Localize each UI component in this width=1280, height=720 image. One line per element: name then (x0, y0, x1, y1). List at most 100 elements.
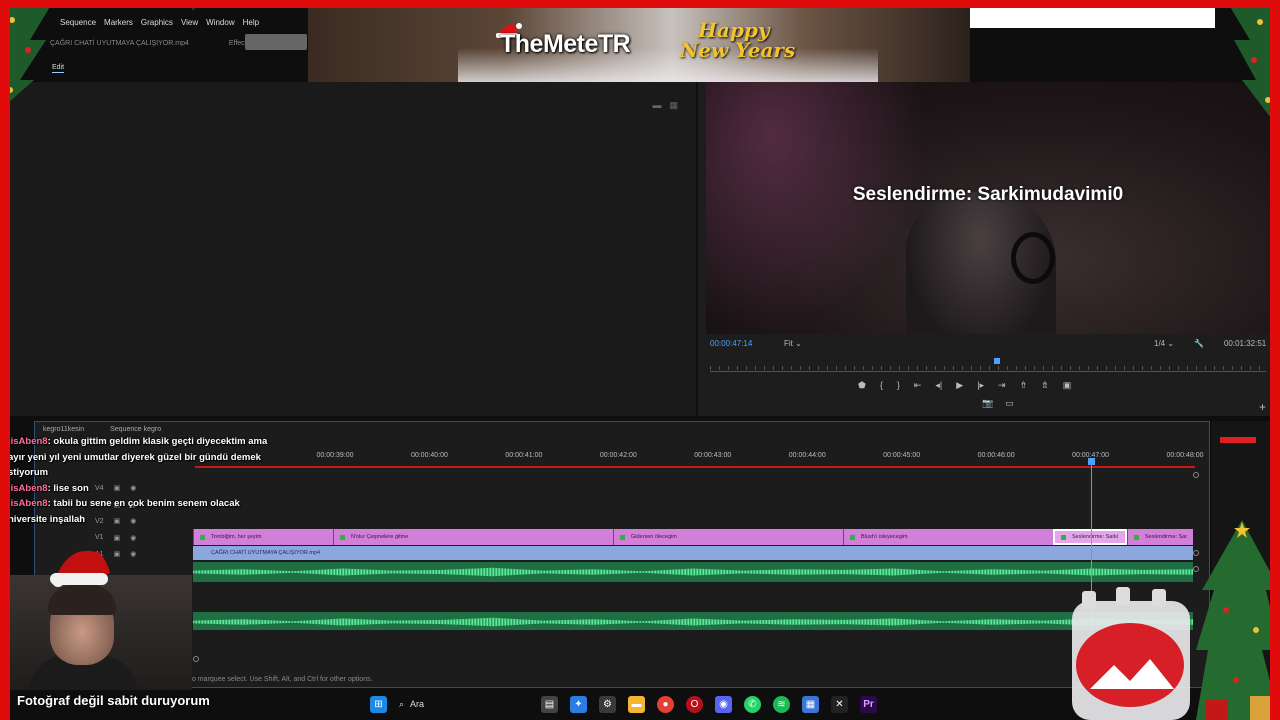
video-light (706, 82, 926, 334)
webcam-caption: Fotoğraf değil sabit duruyorum (0, 690, 240, 712)
source-panel-icons: ▬ ▦ (652, 100, 678, 111)
ruler-tick-label: 00:00:46:00 (977, 452, 1015, 459)
go-to-in-icon[interactable]: ⇤ (914, 380, 922, 391)
extract-icon[interactable]: ⇯ (1041, 380, 1049, 391)
render-bar (195, 466, 1195, 468)
workspace-thumbnail (245, 34, 307, 50)
ruler-tick-label: 00:00:45:00 (883, 452, 921, 459)
store-icon[interactable]: ▦ (802, 695, 819, 713)
chat-line: iisAben8: lise son (8, 481, 308, 497)
scroll-handle[interactable] (193, 656, 199, 662)
copilot-icon[interactable]: ✦ (570, 695, 587, 713)
step-forward-icon[interactable]: |▸ (977, 380, 984, 391)
discord-icon[interactable]: ◉ (715, 695, 732, 713)
graphic-clip[interactable]: Blush'ı isleyecegim (843, 529, 1053, 545)
menu-view[interactable]: View (181, 18, 198, 27)
vr-toggle-icon[interactable]: ▭ (1005, 398, 1014, 409)
graphic-clip[interactable]: Seslendirme: Sarki (1053, 529, 1127, 545)
graphics-track-v2[interactable]: Tombiğim, her şeyim N'olur Çeşmelere gitm… (193, 529, 1193, 545)
program-duration: 00:01:32:51 (1223, 338, 1267, 348)
source-monitor: ▬ ▦ (10, 82, 696, 416)
eye-icon[interactable]: ◉ (130, 550, 136, 558)
banner-greeting: Happy New Years (680, 20, 795, 60)
menu-bar: Sequence Markers Graphics View Window He… (10, 14, 310, 30)
taskbar-search[interactable]: ⌕ Ara (399, 699, 529, 710)
graphic-clip-label: Tombiğim, her şeyim (211, 534, 262, 540)
time-ruler[interactable]: 00:00:39:00 00:00:40:00 00:00:41:00 00:00:4… (195, 448, 1204, 468)
wrench-icon[interactable]: 🔧 (1194, 339, 1204, 348)
chat-username: iisAben8 (8, 498, 48, 509)
graphic-clip[interactable]: N'olur Çeşmelere gitme (333, 529, 613, 545)
zoom-fit-select[interactable]: Fit ⌄ (784, 339, 824, 348)
sequence-tab-2[interactable]: Sequence kegro (110, 426, 161, 433)
webcam-hair (48, 585, 116, 615)
chat-username: iisAben8 (8, 436, 48, 447)
stream-frame-top (0, 0, 1280, 8)
chrome-icon[interactable]: ● (657, 695, 674, 713)
timeline-tabs: kegro11kesin Sequence kegro (43, 426, 161, 433)
comparison-view-icon[interactable]: ▣ (1063, 380, 1072, 391)
track-label[interactable]: V1 (95, 534, 104, 541)
program-timecode[interactable]: 00:00:47:14 (710, 339, 780, 348)
export-frame-icon[interactable]: 📷 (982, 398, 993, 409)
chat-overlay: iisAben8: okula gittim geldim klasik geç… (8, 434, 308, 527)
menu-window[interactable]: Window (206, 18, 234, 27)
program-caption: Seslendirme: Sarkimudavimi0 (852, 184, 1124, 205)
graphic-clip[interactable]: Tombiğim, her şeyim (193, 529, 333, 545)
spotify-icon[interactable]: ≋ (773, 695, 790, 713)
zoom-fit-label: Fit (784, 338, 793, 348)
program-scrubber[interactable] (710, 358, 1266, 372)
stream-banner: TheMeteTR Happy New Years (308, 8, 970, 82)
app-icon[interactable]: ⚙ (599, 695, 616, 713)
folder-icon[interactable]: ▬ (628, 695, 645, 713)
windows-icon[interactable]: ⊞ (370, 695, 387, 713)
lift-icon[interactable]: ⇮ (1020, 380, 1028, 391)
files-icon[interactable]: ▤ (541, 695, 558, 713)
chat-message: : lise son (47, 482, 89, 494)
add-marker-icon[interactable]: ⬟ (858, 380, 866, 391)
capcut-icon[interactable]: ✕ (831, 695, 848, 713)
button-editor-plus-icon[interactable]: + (1259, 400, 1266, 414)
resolution-select[interactable]: 1/4 ⌄ (1154, 339, 1194, 348)
step-back-icon[interactable]: ◂| (935, 380, 942, 391)
eye-icon[interactable]: ◉ (130, 534, 136, 542)
timeline-playhead[interactable] (1088, 458, 1095, 465)
audio-clip-a1[interactable] (193, 562, 1193, 582)
ruler-tick-label: 00:00:40:00 (410, 452, 448, 459)
menu-markers[interactable]: Markers (104, 18, 133, 27)
status-bar-text: to marquee select. Use Shift, Alt, and C… (190, 676, 373, 683)
minimize-icon[interactable]: ▬ (652, 100, 661, 111)
go-to-out-icon[interactable]: ⇥ (998, 380, 1006, 391)
panel-menu-icon[interactable]: ▦ (669, 100, 678, 111)
menu-graphics[interactable]: Graphics (141, 18, 173, 27)
ruler-tick-label: 00:00:44:00 (788, 452, 826, 459)
program-info-bar: 00:00:47:14 Fit ⌄ 1/4 ⌄ 🔧 00:01:32:51 (706, 336, 1270, 350)
menu-help[interactable]: Help (243, 18, 259, 27)
graphic-clip-label: Blush'ı isleyecegim (861, 534, 908, 540)
audio-clip-a2[interactable] (193, 612, 1193, 630)
graphic-clip[interactable]: Gidersen ölecegim (613, 529, 843, 545)
track-toggle-icon[interactable]: ▣ (114, 534, 121, 542)
ruler-tick-label: 00:00:41:00 (505, 452, 543, 459)
scrubber-playhead[interactable] (993, 358, 1000, 364)
opera-icon[interactable]: O (686, 695, 703, 713)
scroll-handle[interactable] (1193, 472, 1199, 478)
graphic-clip[interactable]: Seslendirme: Sar (1127, 529, 1193, 545)
source-clip-tab[interactable]: ÇAĞRI CHATİ UYUTMAYA ÇALIŞIYOR.mp4 (50, 40, 189, 47)
mark-in-icon[interactable]: { (880, 380, 883, 391)
banner-channel-name: TheMeteTR (500, 30, 631, 58)
chat-message: : tabii bu sene en çok benim senem olaca… (47, 498, 240, 509)
play-icon[interactable]: ▶ (956, 380, 963, 391)
menu-sequence[interactable]: Sequence (60, 18, 96, 27)
mark-out-icon[interactable]: } (897, 380, 900, 391)
sequence-tab-1[interactable]: kegro11kesin (43, 426, 84, 433)
chat-message: niversite inşallah (8, 513, 86, 525)
audio-waveform (193, 617, 1193, 627)
whatsapp-icon[interactable]: ✆ (744, 695, 761, 713)
chat-username: iisAben8 (8, 482, 48, 494)
ruler-tick-label: 00:00:42:00 (599, 452, 637, 459)
soda-bottles-pack (1072, 587, 1190, 720)
resolution-label: 1/4 (1154, 338, 1166, 348)
video-clip-v1[interactable]: ÇAĞRI CHATİ UYUTMAYA ÇALIŞIYOR.mp4 (193, 546, 1193, 560)
premiere-icon[interactable]: Pr (860, 695, 877, 713)
